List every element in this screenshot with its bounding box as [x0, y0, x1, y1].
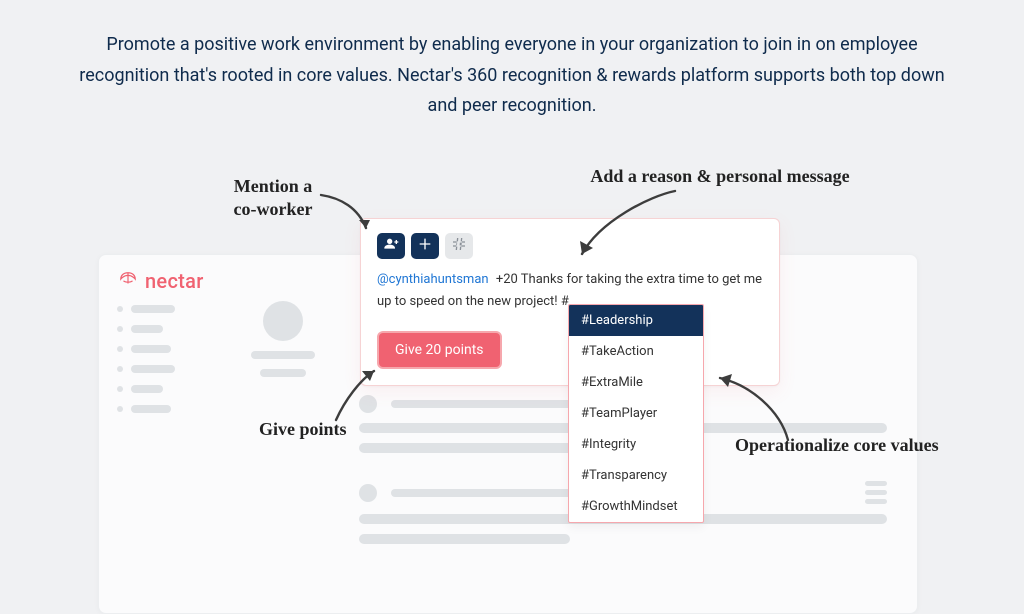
add-points-button[interactable] [411, 233, 439, 259]
give-points-button[interactable]: Give 20 points [377, 331, 502, 369]
hashtag-option[interactable]: #Transparency [569, 460, 703, 491]
hashtag-option[interactable]: #GrowthMindset [569, 491, 703, 522]
hero-paragraph: Promote a positive work environment by e… [70, 30, 954, 122]
mention-user-button[interactable] [377, 233, 405, 259]
sidebar-skeleton [117, 305, 193, 413]
hashtag-icon [451, 236, 467, 256]
arrow-values-icon [710, 370, 800, 450]
brand-name: nectar [145, 269, 204, 293]
hashtag-option[interactable]: #TakeAction [569, 336, 703, 367]
arrow-mention-icon [316, 190, 376, 240]
arrow-reason-icon [560, 186, 680, 266]
hashtag-dropdown: #Leadership#TakeAction#ExtraMile#TeamPla… [568, 304, 704, 523]
add-hashtag-button[interactable] [445, 233, 473, 259]
hashtag-option[interactable]: #ExtraMile [569, 367, 703, 398]
annotation-mention: Mention a co-worker [213, 175, 333, 220]
hashtag-option[interactable]: #Integrity [569, 429, 703, 460]
annotation-reason: Add a reason & personal message [580, 165, 860, 188]
mention-text: @cynthiahuntsman [377, 272, 489, 287]
brand: nectar [117, 269, 204, 293]
plus-icon [417, 236, 433, 256]
menu-icon [865, 481, 887, 504]
hashtag-option[interactable]: #TeamPlayer [569, 398, 703, 429]
points-text: +20 [496, 272, 518, 287]
person-add-icon [383, 236, 399, 256]
nectar-logo-icon [117, 269, 139, 293]
profile-skeleton [231, 301, 335, 377]
hashtag-option[interactable]: #Leadership [569, 305, 703, 336]
arrow-points-icon [330, 365, 380, 425]
